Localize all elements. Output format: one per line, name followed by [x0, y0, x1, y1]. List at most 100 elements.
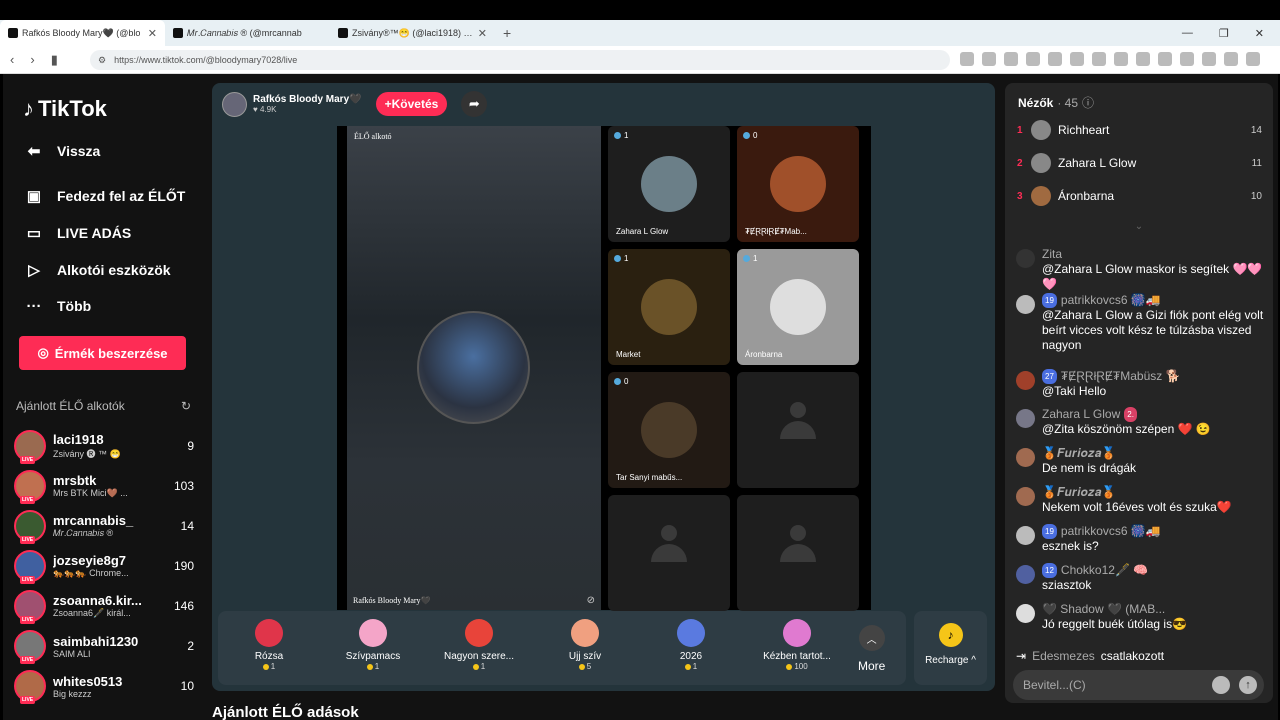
- gift-item[interactable]: Szívpamacs 1: [328, 619, 418, 671]
- tiktok-note-icon: ♪: [23, 96, 34, 121]
- back-link[interactable]: ⬅ Vissza: [23, 142, 101, 160]
- tiktok-logo[interactable]: ♪ TikTok: [23, 96, 107, 122]
- tiktok-favicon-icon: [173, 28, 183, 38]
- avatar: [1031, 120, 1051, 140]
- extension-icon[interactable]: [1202, 52, 1216, 66]
- chat-input[interactable]: Bevitel...(C) ↑: [1013, 670, 1264, 700]
- follow-button[interactable]: +Követés: [375, 92, 448, 116]
- creator-item[interactable]: LIVE mrsbtk Mrs BTK Mici🤎 ... 103: [14, 468, 194, 504]
- avatar: [1016, 409, 1035, 428]
- user-placeholder-icon: [651, 525, 687, 565]
- extension-icon[interactable]: [1224, 52, 1238, 66]
- avatar: [1016, 526, 1035, 545]
- guest-tile[interactable]: 0 Tar Sanyi mabűs...: [608, 372, 730, 488]
- guest-avatar: [641, 279, 697, 335]
- extension-icon[interactable]: [1136, 52, 1150, 66]
- close-window-icon[interactable]: ✕: [1255, 27, 1264, 40]
- new-tab-button[interactable]: +: [495, 25, 519, 41]
- extension-icon[interactable]: [1048, 52, 1062, 66]
- extension-icon[interactable]: [1114, 52, 1128, 66]
- creator-item[interactable]: LIVE mrcannabis_ 𝑀𝑟.𝐶𝑎𝑛𝑛𝑎𝑏𝑖𝑠 ® 14: [14, 508, 194, 544]
- host-video[interactable]: ÉLŐ alkotó Rafkós Bloody Mary🖤 ⊘: [347, 126, 601, 610]
- extension-icon[interactable]: [1070, 52, 1084, 66]
- nav-live-studio[interactable]: ▭ LIVE ADÁS: [23, 224, 131, 242]
- love-you-icon: [465, 619, 493, 647]
- extension-icon[interactable]: [1026, 52, 1040, 66]
- avatar: LIVE: [14, 590, 46, 624]
- creator-item[interactable]: LIVE jozseyie8g7 🐅🐅🐅 Chrome... 190: [14, 548, 194, 584]
- send-arrow-icon[interactable]: ↑: [1239, 676, 1257, 694]
- gift-item[interactable]: 2026 1: [646, 619, 736, 671]
- top-viewer-row[interactable]: 2 Zahara L Glow 11: [1017, 153, 1262, 173]
- browser-tab-2[interactable]: 𝑀𝑟.𝐶𝑎𝑛𝑛𝑎𝑏𝑖𝑠 ® (@mrcannab: [165, 20, 330, 46]
- expand-viewers-icon[interactable]: ⌄: [1005, 221, 1273, 232]
- creator-item[interactable]: LIVE zsoanna6.kir... Zsoanna6🖋️ királ... 14…: [14, 588, 194, 624]
- extension-icon[interactable]: [960, 52, 974, 66]
- chat-message: Zahara L Glow 2. @Zita köszönöm szépen ❤️ …: [1016, 407, 1266, 437]
- guest-tile[interactable]: 1 Áronbarna: [737, 249, 859, 365]
- close-tab-icon[interactable]: ✕: [148, 27, 157, 40]
- minimize-icon[interactable]: —: [1182, 27, 1193, 39]
- gift-item[interactable]: Kézben tartot... 100: [752, 619, 842, 671]
- gift-item[interactable]: Rózsa 1: [224, 619, 314, 671]
- guest-tile[interactable]: 1 Zahara L Glow: [608, 126, 730, 242]
- hand-heart-icon: [783, 619, 811, 647]
- guest-tile[interactable]: 0 ₮ɆⱤⱤłⱤɆ₮Mab...: [737, 126, 859, 242]
- empty-seat[interactable]: [737, 372, 859, 488]
- viewers-header[interactable]: Nézők · 45 ⓘ: [1018, 94, 1094, 111]
- guest-avatar: [641, 402, 697, 458]
- nav-creator-tools[interactable]: ▷ Alkotói eszközök: [23, 261, 170, 279]
- extension-icon[interactable]: [982, 52, 996, 66]
- more-gifts-button[interactable]: ︿ More: [858, 625, 885, 673]
- close-tab-icon[interactable]: ✕: [478, 27, 487, 40]
- avatar: LIVE: [14, 630, 46, 664]
- empty-seat[interactable]: [608, 495, 730, 611]
- extension-icon[interactable]: [1246, 52, 1260, 66]
- coin-icon: [684, 663, 691, 670]
- creator-item[interactable]: LIVE whites0513 Big kezzz 10: [14, 668, 194, 704]
- nav-more[interactable]: ··· Több: [23, 297, 92, 315]
- site-info-icon[interactable]: ⚙: [98, 55, 106, 66]
- maximize-icon[interactable]: ❐: [1219, 27, 1229, 40]
- back-icon[interactable]: ‹: [10, 52, 14, 68]
- extension-icon[interactable]: [1180, 52, 1194, 66]
- user-placeholder-icon: [780, 402, 816, 442]
- tiktok-coin-icon: ♪: [938, 623, 963, 647]
- avatar: [1016, 295, 1035, 314]
- gift-item[interactable]: Nagyon szere... 1: [434, 619, 524, 671]
- chat-panel: Nézők · 45 ⓘ 1 Richheart 14 2 Zahara L Glow 11…: [1005, 83, 1273, 703]
- extension-icon[interactable]: [1092, 52, 1106, 66]
- refresh-icon[interactable]: ↻: [181, 399, 191, 413]
- forward-icon[interactable]: ›: [30, 52, 34, 68]
- coin-icon: [786, 663, 793, 670]
- url-field[interactable]: ⚙ https://www.tiktok.com/@bloodymary7028…: [90, 50, 950, 70]
- coin-icon: [472, 663, 479, 670]
- bookmark-icon[interactable]: ▮: [51, 52, 58, 68]
- host-avatar[interactable]: [222, 91, 247, 117]
- top-viewer-row[interactable]: 3 Áronbarna 10: [1017, 186, 1262, 206]
- guest-tile[interactable]: 1 Market: [608, 249, 730, 365]
- browser-tab-1[interactable]: Rafkós Bloody Mary🖤 (@blo ✕: [0, 20, 165, 46]
- empty-seat[interactable]: [737, 495, 859, 611]
- extension-icon[interactable]: [1004, 52, 1018, 66]
- info-icon[interactable]: ⓘ: [1082, 94, 1094, 111]
- gift-bar: Rózsa 1 Szívpamacs 1 Nagyon szere... 1 Ujj …: [218, 611, 906, 685]
- browser-tab-3[interactable]: Zsivány®™😁 (@laci1918) ÉLŐ adás✕: [330, 20, 495, 46]
- extension-icon[interactable]: [1158, 52, 1172, 66]
- share-icon[interactable]: ➦: [461, 91, 488, 117]
- nav-explore-live[interactable]: ▣ Fedezd fel az ÉLŐT: [23, 187, 185, 205]
- tv-icon: ▣: [26, 188, 42, 205]
- get-coins-button[interactable]: ◎ Érmék beszerzése: [19, 336, 186, 370]
- host-bar: Rafkós Bloody Mary🖤 ♥ 4.9K +Követés ➦: [222, 91, 488, 117]
- creator-item[interactable]: LIVE saimbahi1230 SAIM ALI 2: [14, 628, 194, 664]
- gift-item[interactable]: Ujj szív 5: [540, 619, 630, 671]
- avatar: [1031, 186, 1051, 206]
- avatar: LIVE: [14, 510, 46, 544]
- top-viewer-row[interactable]: 1 Richheart 14: [1017, 120, 1262, 140]
- live-badge: LIVE: [20, 616, 36, 624]
- recharge-button[interactable]: ♪ Recharge ^: [914, 611, 987, 685]
- address-bar-row: ‹ › ▮ ⚙ https://www.tiktok.com/@bloodyma…: [0, 46, 1280, 74]
- emoji-icon[interactable]: [1212, 676, 1230, 694]
- live-badge: LIVE: [20, 696, 36, 704]
- creator-item[interactable]: LIVE laci1918 Zsivány 🅡 ™ 😁 9: [14, 428, 194, 464]
